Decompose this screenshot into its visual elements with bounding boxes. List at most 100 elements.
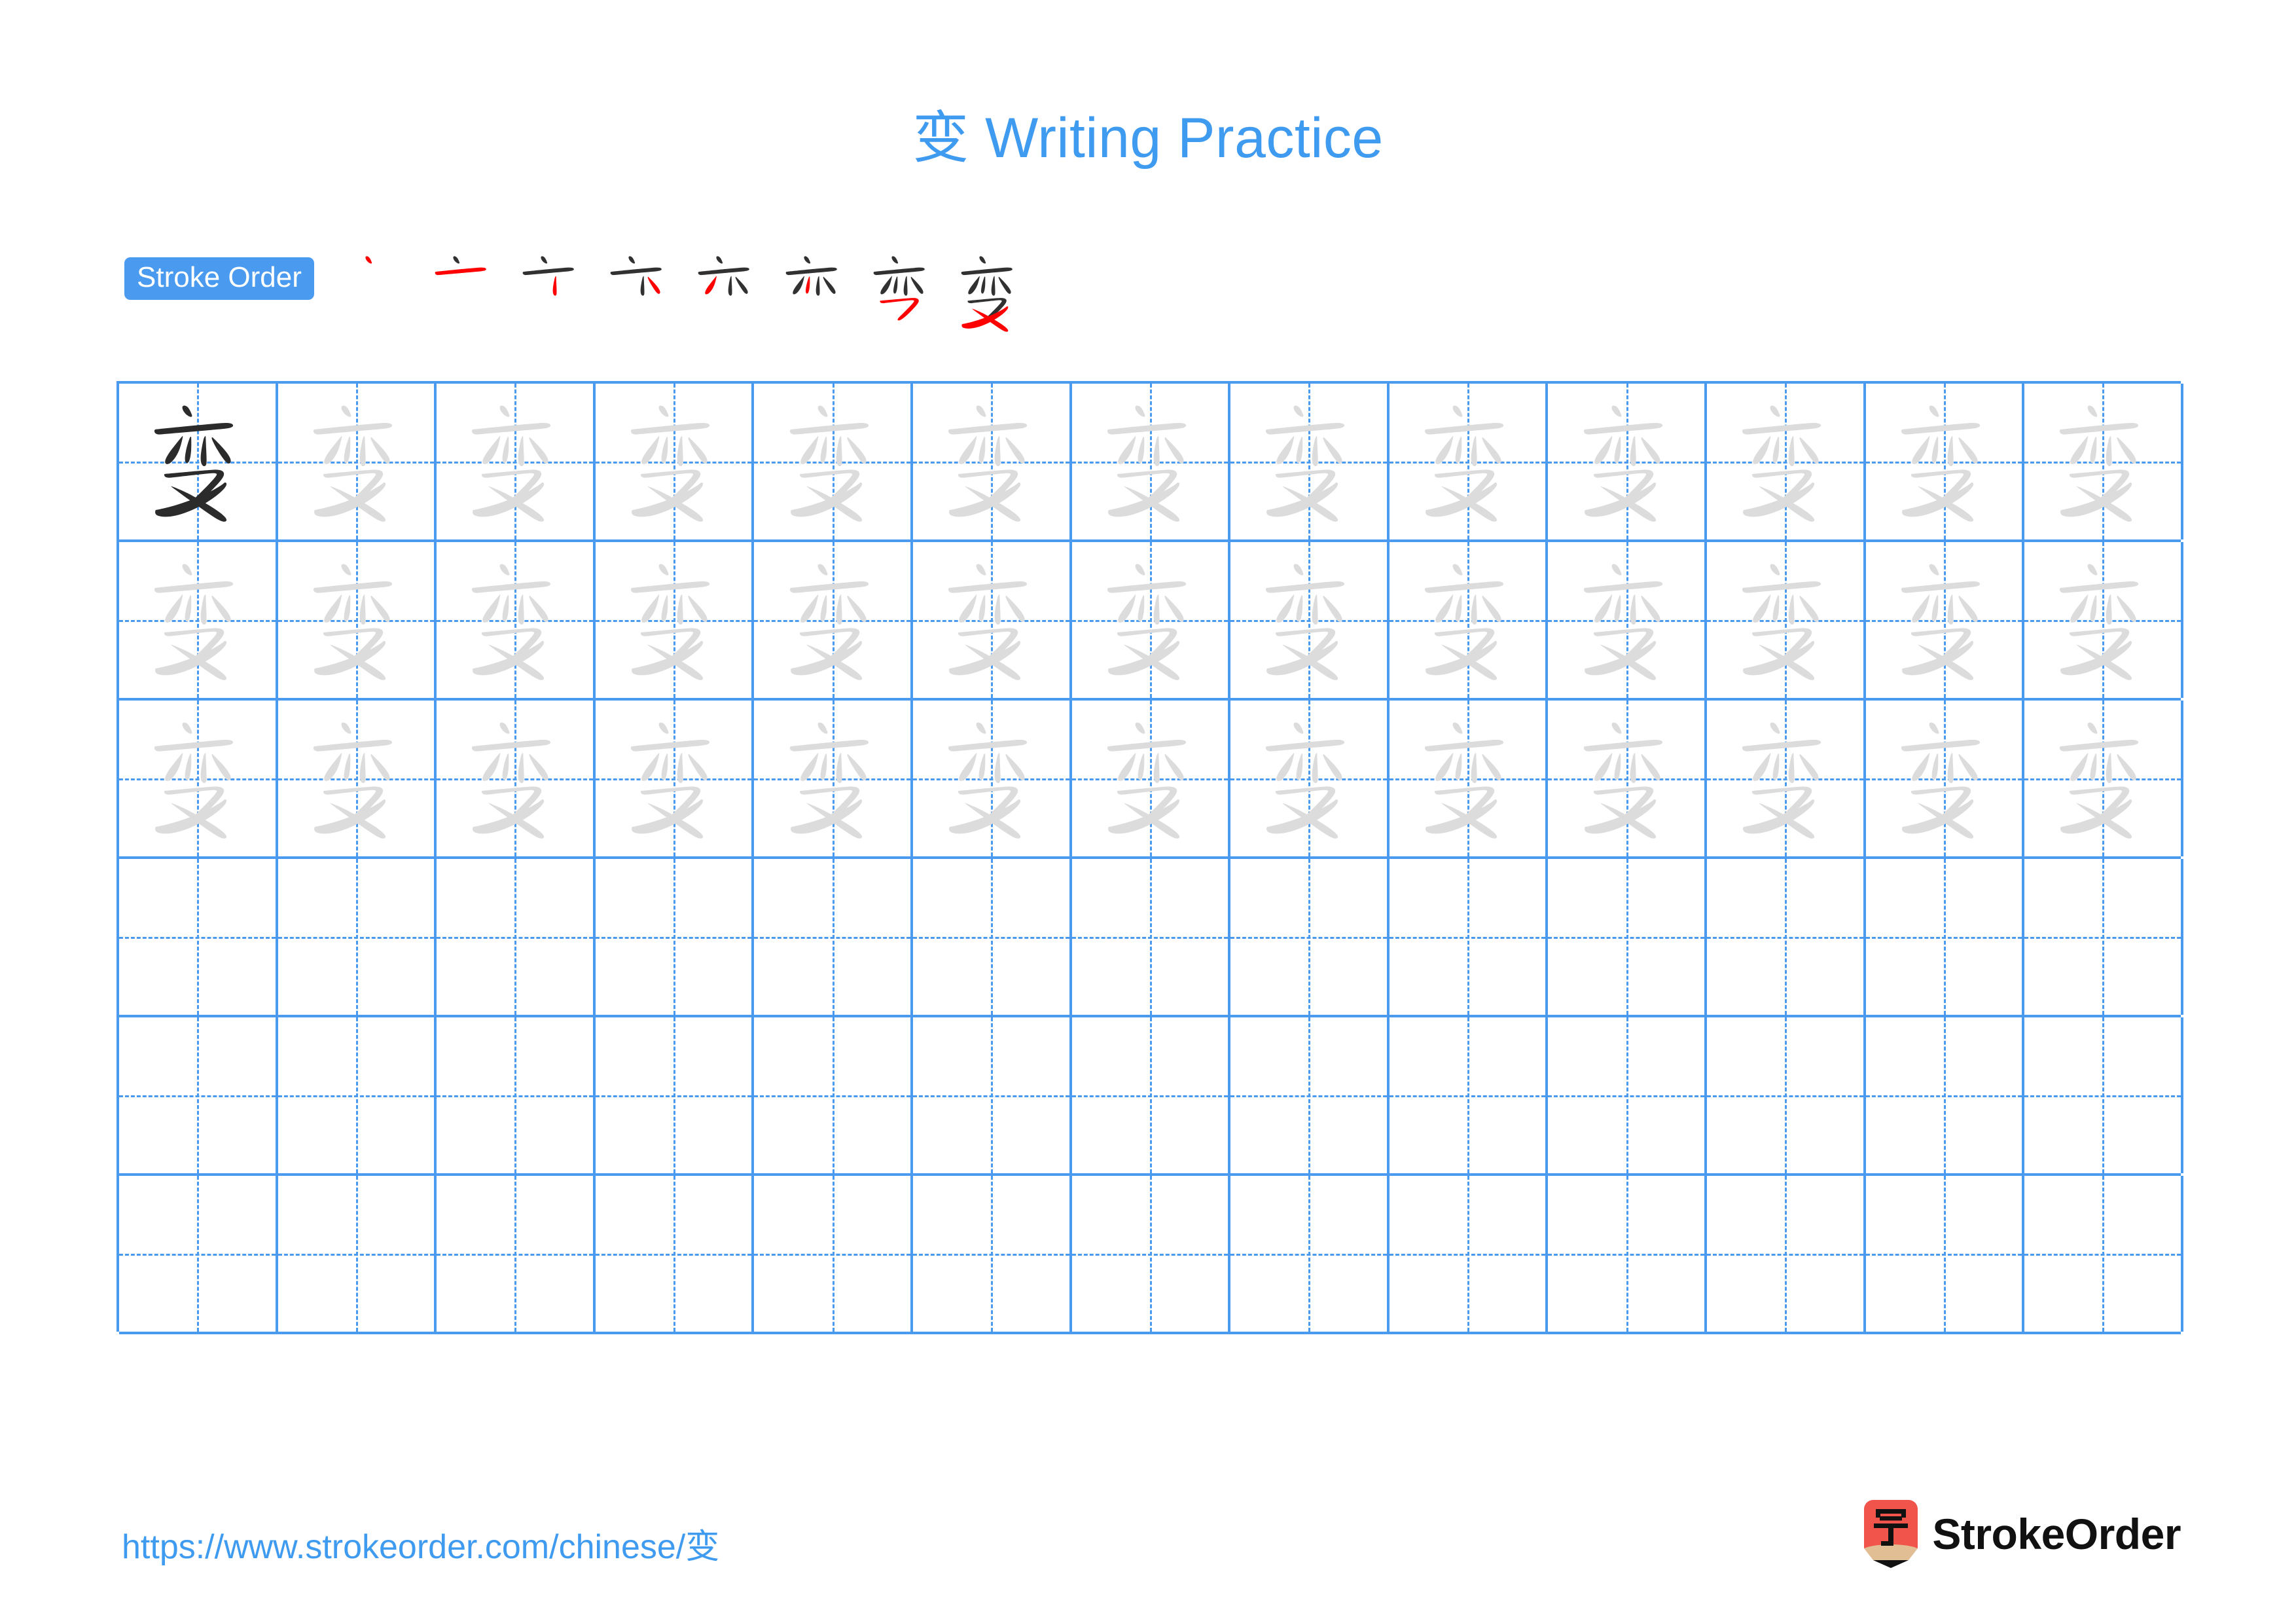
practice-cell-r3-c9[interactable] bbox=[1389, 701, 1549, 856]
practice-cell-r5-c11[interactable] bbox=[1706, 1017, 1866, 1173]
practice-cell-r6-c12[interactable] bbox=[1865, 1176, 2025, 1332]
cell-guide-vertical bbox=[1785, 1017, 1787, 1173]
practice-cell-r2-c6[interactable] bbox=[912, 542, 1072, 698]
practice-cell-r6-c11[interactable] bbox=[1706, 1176, 1866, 1332]
practice-cell-r1-c5[interactable] bbox=[754, 384, 913, 539]
character-trace bbox=[1559, 553, 1694, 687]
practice-cell-r6-c4[interactable] bbox=[595, 1176, 755, 1332]
character-trace bbox=[289, 711, 423, 846]
practice-cell-r3-c5[interactable] bbox=[754, 701, 913, 856]
practice-cell-r2-c8[interactable] bbox=[1230, 542, 1390, 698]
footer-url[interactable]: https://www.strokeorder.com/chinese/变 bbox=[122, 1519, 719, 1568]
practice-cell-r3-c10[interactable] bbox=[1548, 701, 1707, 856]
practice-cell-r6-c9[interactable] bbox=[1389, 1176, 1549, 1332]
practice-cell-r1-c11[interactable] bbox=[1706, 384, 1866, 539]
practice-cell-r4-c9[interactable] bbox=[1389, 859, 1549, 1015]
cell-guide-vertical bbox=[1149, 859, 1152, 1015]
cell-guide-horizontal bbox=[2024, 1254, 2181, 1256]
practice-cell-r1-c4[interactable] bbox=[595, 384, 755, 539]
cell-guide-horizontal bbox=[1389, 937, 1546, 939]
practice-cell-r5-c3[interactable] bbox=[437, 1017, 596, 1173]
practice-cell-r4-c4[interactable] bbox=[595, 859, 755, 1015]
practice-cell-r5-c2[interactable] bbox=[278, 1017, 437, 1173]
practice-cell-r3-c1[interactable] bbox=[119, 701, 278, 856]
practice-cell-r2-c11[interactable] bbox=[1706, 542, 1866, 698]
practice-cell-r2-c12[interactable] bbox=[1865, 542, 2025, 698]
practice-cell-r3-c12[interactable] bbox=[1865, 701, 2025, 856]
cell-guide-horizontal bbox=[912, 1095, 1069, 1097]
practice-cell-r2-c2[interactable] bbox=[278, 542, 437, 698]
practice-cell-r1-c2[interactable] bbox=[278, 384, 437, 539]
practice-cell-r5-c7[interactable] bbox=[1071, 1017, 1231, 1173]
practice-cell-r4-c12[interactable] bbox=[1865, 859, 2025, 1015]
practice-cell-r2-c10[interactable] bbox=[1548, 542, 1707, 698]
practice-cell-r2-c4[interactable] bbox=[595, 542, 755, 698]
practice-cell-r3-c13[interactable] bbox=[2024, 701, 2183, 856]
character-trace bbox=[1400, 711, 1535, 846]
practice-cell-r4-c2[interactable] bbox=[278, 859, 437, 1015]
practice-cell-r2-c1[interactable] bbox=[119, 542, 278, 698]
practice-cell-r3-c11[interactable] bbox=[1706, 701, 1866, 856]
practice-cell-r2-c3[interactable] bbox=[437, 542, 596, 698]
practice-cell-r5-c9[interactable] bbox=[1389, 1017, 1549, 1173]
practice-cell-r3-c4[interactable] bbox=[595, 701, 755, 856]
practice-cell-r4-c6[interactable] bbox=[912, 859, 1072, 1015]
practice-cell-r5-c6[interactable] bbox=[912, 1017, 1072, 1173]
character-trace bbox=[765, 394, 900, 529]
practice-cell-r5-c13[interactable] bbox=[2024, 1017, 2183, 1173]
practice-cell-r1-c8[interactable] bbox=[1230, 384, 1390, 539]
character-trace bbox=[924, 394, 1058, 529]
practice-cell-r1-c13[interactable] bbox=[2024, 384, 2183, 539]
practice-cell-r3-c8[interactable] bbox=[1230, 701, 1390, 856]
practice-cell-r5-c12[interactable] bbox=[1865, 1017, 2025, 1173]
practice-cell-r3-c2[interactable] bbox=[278, 701, 437, 856]
practice-cell-r1-c9[interactable] bbox=[1389, 384, 1549, 539]
character-trace bbox=[1717, 553, 1852, 687]
practice-cell-r4-c10[interactable] bbox=[1548, 859, 1707, 1015]
practice-cell-r4-c3[interactable] bbox=[437, 859, 596, 1015]
cell-guide-vertical bbox=[673, 1176, 676, 1332]
practice-cell-r3-c3[interactable] bbox=[437, 701, 596, 856]
practice-cell-r6-c1[interactable] bbox=[119, 1176, 278, 1332]
practice-cell-r4-c1[interactable] bbox=[119, 859, 278, 1015]
practice-cell-r2-c5[interactable] bbox=[754, 542, 913, 698]
practice-cell-r6-c7[interactable] bbox=[1071, 1176, 1231, 1332]
practice-cell-r5-c1[interactable] bbox=[119, 1017, 278, 1173]
practice-cell-r1-c7[interactable] bbox=[1071, 384, 1231, 539]
practice-cell-r6-c2[interactable] bbox=[278, 1176, 437, 1332]
practice-cell-r6-c8[interactable] bbox=[1230, 1176, 1390, 1332]
practice-cell-r6-c10[interactable] bbox=[1548, 1176, 1707, 1332]
page-title-character: 变 bbox=[912, 105, 969, 171]
practice-cell-r1-c10[interactable] bbox=[1548, 384, 1707, 539]
practice-cell-r5-c5[interactable] bbox=[754, 1017, 913, 1173]
practice-cell-r6-c6[interactable] bbox=[912, 1176, 1072, 1332]
cell-guide-horizontal bbox=[119, 1254, 276, 1256]
cell-guide-vertical bbox=[1626, 859, 1628, 1015]
cell-guide-horizontal bbox=[1548, 937, 1704, 939]
practice-cell-r1-c3[interactable] bbox=[437, 384, 596, 539]
practice-cell-r4-c5[interactable] bbox=[754, 859, 913, 1015]
cell-guide-horizontal bbox=[754, 1254, 910, 1256]
practice-cell-r5-c8[interactable] bbox=[1230, 1017, 1390, 1173]
practice-cell-r2-c7[interactable] bbox=[1071, 542, 1231, 698]
practice-cell-r4-c13[interactable] bbox=[2024, 859, 2183, 1015]
practice-cell-r2-c13[interactable] bbox=[2024, 542, 2183, 698]
practice-cell-r4-c7[interactable] bbox=[1071, 859, 1231, 1015]
cell-guide-horizontal bbox=[119, 937, 276, 939]
practice-cell-r6-c13[interactable] bbox=[2024, 1176, 2183, 1332]
practice-cell-r2-c9[interactable] bbox=[1389, 542, 1549, 698]
practice-cell-r1-c6[interactable] bbox=[912, 384, 1072, 539]
practice-cell-r3-c7[interactable] bbox=[1071, 701, 1231, 856]
stroke-order-section: Stroke Order bbox=[124, 254, 1033, 332]
stroke-step-6 bbox=[770, 249, 857, 337]
practice-cell-r5-c4[interactable] bbox=[595, 1017, 755, 1173]
practice-cell-r1-c12[interactable] bbox=[1865, 384, 2025, 539]
practice-cell-r4-c8[interactable] bbox=[1230, 859, 1390, 1015]
cell-guide-horizontal bbox=[595, 937, 752, 939]
practice-cell-r6-c3[interactable] bbox=[437, 1176, 596, 1332]
practice-cell-r5-c10[interactable] bbox=[1548, 1017, 1707, 1173]
practice-cell-r3-c6[interactable] bbox=[912, 701, 1072, 856]
practice-cell-r4-c11[interactable] bbox=[1706, 859, 1866, 1015]
practice-cell-r1-c1[interactable] bbox=[119, 384, 278, 539]
practice-cell-r6-c5[interactable] bbox=[754, 1176, 913, 1332]
